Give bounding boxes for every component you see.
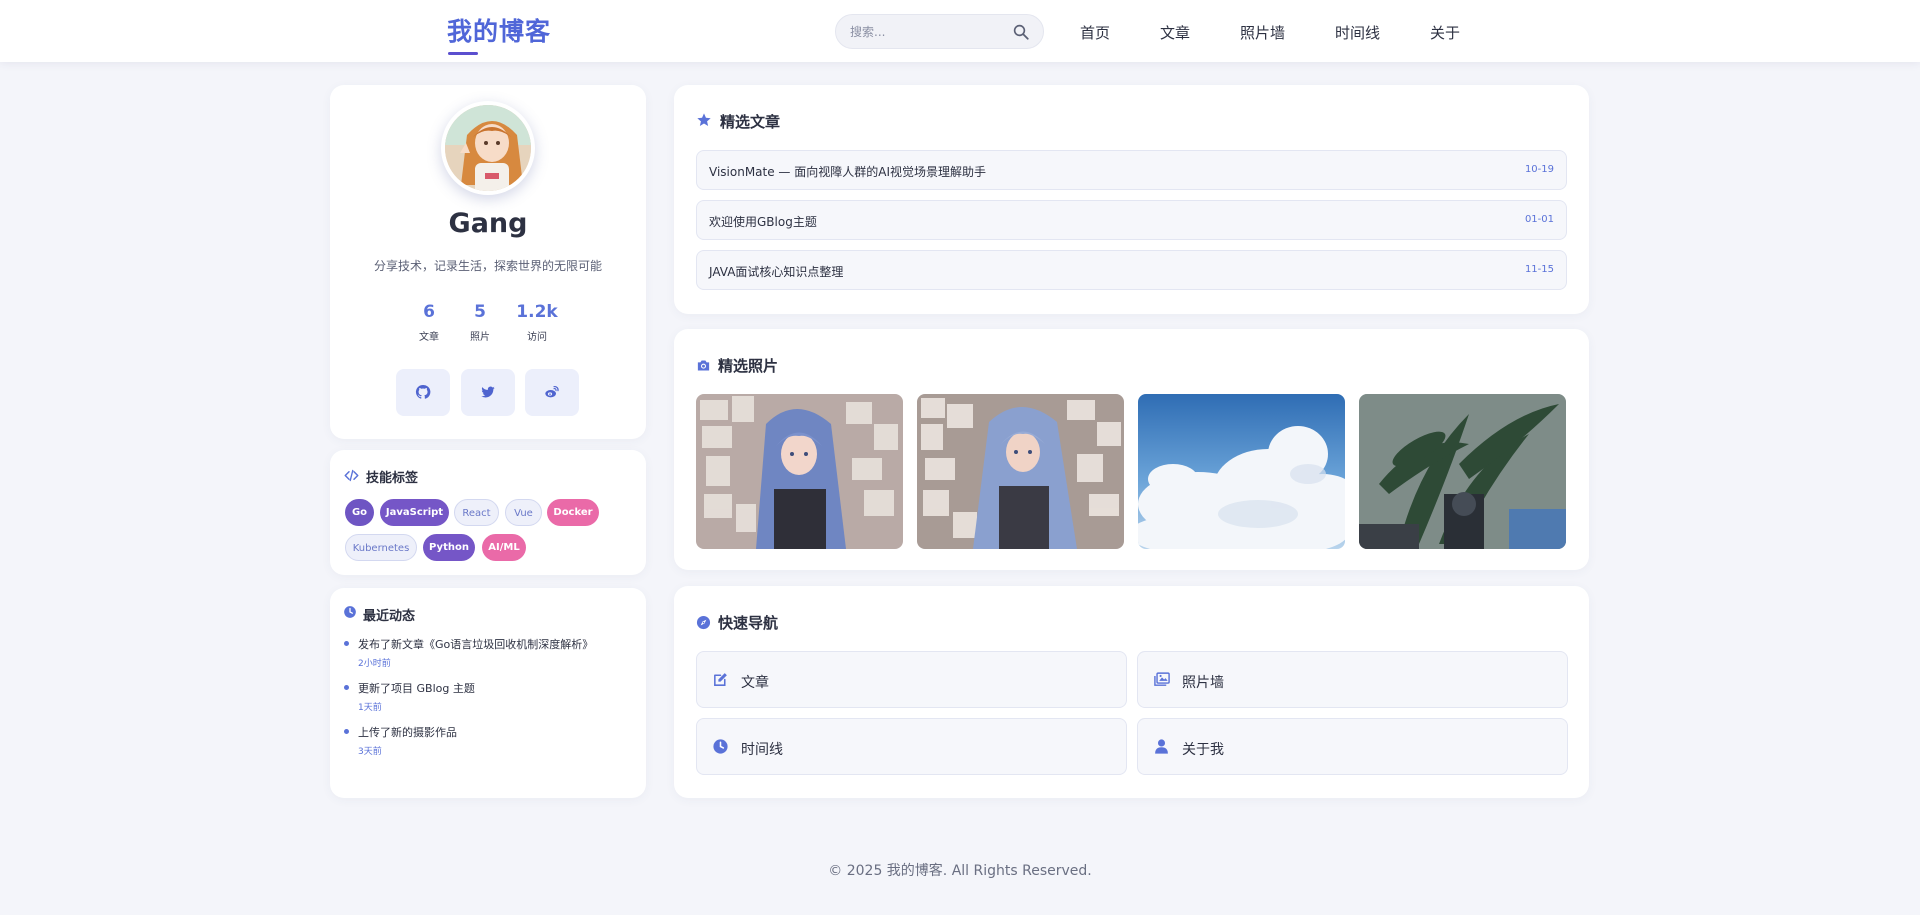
quick-nav-timeline[interactable]: 时间线 (696, 718, 1127, 775)
compass-icon (696, 615, 711, 630)
quick-nav-label: 文章 (741, 675, 769, 691)
photo-thumbnail[interactable] (917, 394, 1124, 549)
photo-thumbnail[interactable] (696, 394, 903, 549)
tag-ai-ml[interactable]: AI/ML (482, 534, 526, 561)
quick-nav-articles[interactable]: 文章 (696, 651, 1127, 708)
quick-nav-label: 照片墙 (1182, 675, 1224, 691)
stat-value: 5 (474, 302, 486, 322)
code-icon (344, 469, 359, 482)
nav-timeline[interactable]: 时间线 (1335, 22, 1380, 43)
article-title: JAVA面试核心知识点整理 (709, 265, 844, 279)
nav-articles[interactable]: 文章 (1160, 22, 1190, 43)
twitter-button[interactable] (461, 369, 515, 416)
stat-label: 照片 (470, 332, 490, 343)
tag-javascript[interactable]: JavaScript (380, 499, 449, 526)
top-navbar: 我的博客 首页 文章 照片墙 时间线 关于 (0, 0, 1920, 62)
nav-home[interactable]: 首页 (1080, 22, 1110, 43)
tag-react[interactable]: React (454, 499, 499, 526)
article-item[interactable]: 欢迎使用GBlog主题 01-01 (696, 200, 1567, 240)
tag-vue[interactable]: Vue (505, 499, 542, 526)
search-icon[interactable] (1012, 23, 1030, 41)
stat-photos[interactable]: 5 照片 (450, 302, 510, 343)
quick-nav-photos[interactable]: 照片墙 (1137, 651, 1568, 708)
images-icon (1154, 672, 1170, 686)
article-date: 10-19 (1524, 164, 1554, 175)
activity-dot (344, 641, 349, 646)
activity-dot (344, 729, 349, 734)
skills-title: 技能标签 (366, 471, 419, 486)
site-logo[interactable]: 我的博客 (447, 12, 551, 48)
search-input[interactable] (850, 15, 1010, 48)
activity-item-time: 3天前 (358, 747, 382, 757)
twitter-icon (481, 386, 495, 398)
clock-icon (344, 606, 356, 618)
quick-nav-label: 时间线 (741, 742, 783, 758)
weibo-icon (545, 386, 559, 398)
activity-item-text[interactable]: 发布了新文章《Go语言垃圾回收机制深度解析》 (358, 636, 593, 652)
article-item[interactable]: VisionMate — 面向视障人群的AI视觉场景理解助手 10-19 (696, 150, 1567, 190)
quick-nav-about[interactable]: 关于我 (1137, 718, 1568, 775)
activity-item-text[interactable]: 上传了新的摄影作品 (358, 724, 457, 740)
user-icon (1155, 739, 1168, 754)
stat-value: 1.2k (516, 302, 558, 322)
nav-about[interactable]: 关于 (1430, 22, 1460, 43)
photo-thumbnail[interactable] (1138, 394, 1345, 549)
clock-icon (713, 739, 728, 754)
featured-articles-title: 精选文章 (720, 113, 781, 131)
photo-thumbnail[interactable] (1359, 394, 1566, 549)
article-title: 欢迎使用GBlog主题 (709, 215, 817, 229)
article-date: 01-01 (1524, 214, 1554, 225)
activity-title: 最近动态 (363, 609, 416, 624)
profile-bio: 分享技术，记录生活，探索世界的无限可能 (373, 259, 602, 273)
tag-go[interactable]: Go (345, 499, 374, 526)
github-button[interactable] (396, 369, 450, 416)
github-icon (415, 384, 431, 399)
edit-icon (714, 673, 727, 686)
activity-item-text[interactable]: 更新了项目 GBlog 主题 (358, 680, 475, 696)
featured-photos-title: 精选照片 (718, 357, 779, 375)
tag-python[interactable]: Python (423, 534, 475, 561)
nav-photos[interactable]: 照片墙 (1240, 22, 1285, 43)
footer-copyright: © 2025 我的博客. All Rights Reserved. (828, 863, 1092, 879)
quick-nav-title: 快速导航 (718, 614, 779, 632)
activity-item-time: 1天前 (358, 703, 382, 713)
search-box (835, 14, 1044, 49)
camera-icon (697, 360, 710, 371)
tag-kubernetes[interactable]: Kubernetes (345, 534, 417, 561)
article-item[interactable]: JAVA面试核心知识点整理 11-15 (696, 250, 1567, 290)
activity-item-time: 2小时前 (358, 659, 391, 669)
stat-label: 访问 (527, 332, 547, 343)
logo-underline (448, 52, 478, 55)
avatar (441, 101, 535, 195)
tag-docker[interactable]: Docker (547, 499, 599, 526)
quick-nav-label: 关于我 (1182, 742, 1224, 758)
profile-name: Gang (448, 208, 528, 239)
stat-visits[interactable]: 1.2k 访问 (507, 302, 567, 343)
weibo-button[interactable] (525, 369, 579, 416)
article-date: 11-15 (1524, 264, 1554, 275)
article-title: VisionMate — 面向视障人群的AI视觉场景理解助手 (709, 165, 986, 179)
star-icon (697, 113, 711, 126)
activity-dot (344, 685, 349, 690)
